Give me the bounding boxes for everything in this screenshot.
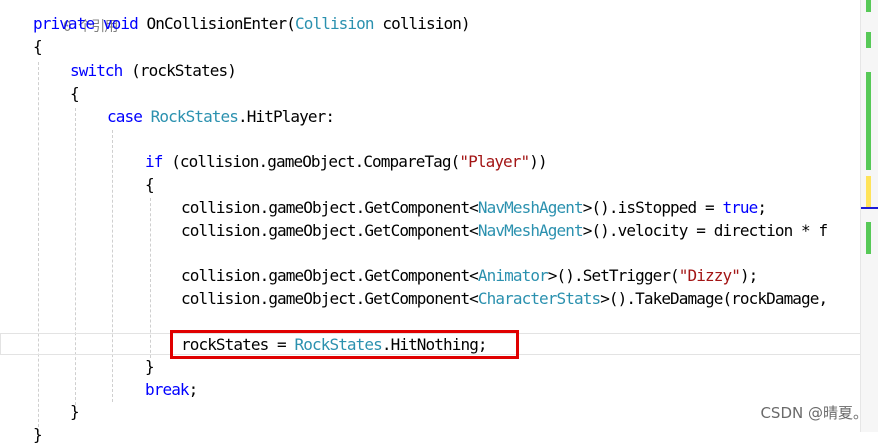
code-line-4[interactable]: { <box>70 83 80 105</box>
code-line-7[interactable]: { <box>145 174 155 196</box>
code-text: (rockStates) <box>122 61 237 80</box>
keyword-token: case <box>107 107 143 126</box>
code-line-11[interactable]: collision.gameObject.GetComponent<Charac… <box>181 288 828 310</box>
code-text: collision.gameObject.GetComponent< <box>181 289 479 308</box>
code-text: { <box>145 175 155 194</box>
caret-position-marker <box>861 207 878 209</box>
code-line-5[interactable]: case RockStates.HitPlayer: <box>107 106 335 128</box>
string-token: "Dizzy" <box>678 266 741 285</box>
change-marker-green <box>866 32 871 48</box>
string-token: "Player" <box>459 152 530 171</box>
code-line-6[interactable]: if (collision.gameObject.CompareTag("Pla… <box>145 151 548 173</box>
code-text: { <box>33 37 43 56</box>
code-text: { <box>70 84 80 103</box>
code-line-15[interactable]: } <box>70 401 80 423</box>
indent-guide <box>75 108 76 405</box>
code-line-9[interactable]: collision.gameObject.GetComponent<NavMes… <box>181 220 828 242</box>
vertical-scrollbar[interactable] <box>860 0 878 432</box>
change-marker-green <box>866 72 871 170</box>
type-token: NavMeshAgent <box>477 221 584 240</box>
type-token: CharacterStats <box>477 289 601 308</box>
code-text: >().velocity = direction * f <box>582 221 828 240</box>
code-text: (collision.gameObject.CompareTag( <box>162 152 460 171</box>
code-text: )) <box>529 152 547 171</box>
code-text: .HitPlayer: <box>238 107 335 126</box>
code-text: OnCollisionEnter( <box>137 14 296 33</box>
code-text: >().TakeDamage(rockDamage, <box>600 289 828 308</box>
code-line-10[interactable]: collision.gameObject.GetComponent<Animat… <box>181 265 758 287</box>
change-marker-green <box>866 222 871 254</box>
code-text: ; <box>188 380 199 399</box>
indent-guide <box>112 130 113 402</box>
keyword-token: true <box>722 198 758 217</box>
code-text: ; <box>757 198 767 217</box>
code-text: ); <box>739 266 758 285</box>
code-text: } <box>145 357 155 376</box>
type-token: NavMeshAgent <box>477 198 584 217</box>
code-text: collision.gameObject.GetComponent< <box>181 221 479 240</box>
code-line-2[interactable]: { <box>33 36 43 58</box>
code-line-3[interactable]: switch (rockStates) <box>70 60 237 82</box>
code-line-8[interactable]: collision.gameObject.GetComponent<NavMes… <box>181 197 767 219</box>
type-token: Animator <box>477 266 549 285</box>
change-marker-yellow <box>866 176 871 208</box>
type-token: Collision <box>295 14 375 33</box>
keyword-token: switch <box>70 61 123 80</box>
indent-guide <box>38 62 39 432</box>
type-token: RockStates <box>150 107 239 126</box>
code-line-1[interactable]: private void OnCollisionEnter(Collision … <box>33 13 471 35</box>
code-text: >().SetTrigger( <box>547 266 680 285</box>
code-line-13[interactable]: } <box>145 356 155 378</box>
code-text: collision.gameObject.GetComponent< <box>181 198 479 217</box>
code-line-14[interactable]: break; <box>145 379 199 401</box>
code-text: >().isStopped = <box>582 198 723 217</box>
change-marker-green <box>866 0 871 12</box>
keyword-token: if <box>145 152 163 171</box>
code-text: } <box>33 425 43 444</box>
code-editor[interactable]: 0 个引用 private void OnCollisionEnter(Coll… <box>0 0 878 444</box>
highlight-annotation-box <box>170 330 519 359</box>
code-line-16[interactable]: } <box>33 424 43 446</box>
code-text: collision) <box>373 14 470 33</box>
code-text: } <box>70 402 80 421</box>
code-text: collision.gameObject.GetComponent< <box>181 266 479 285</box>
keyword-token: void <box>102 14 139 33</box>
keyword-token: private <box>33 14 95 33</box>
keyword-token: break <box>145 380 190 399</box>
watermark-text: CSDN @晴夏。 <box>760 404 868 422</box>
